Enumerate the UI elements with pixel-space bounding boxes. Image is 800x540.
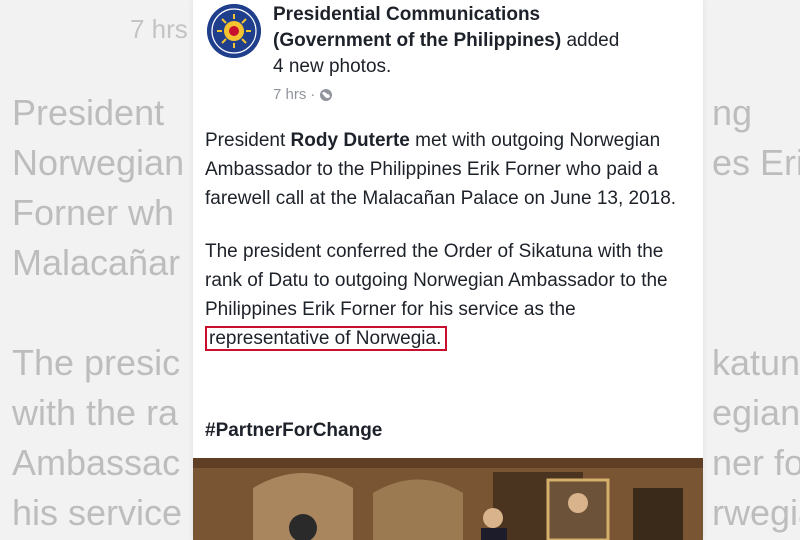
page-avatar[interactable] xyxy=(207,4,261,58)
post-header: Presidential Communications (Government o… xyxy=(273,2,693,80)
post-meta: 7 hrs · xyxy=(273,86,333,103)
background-text-line: es Eri xyxy=(712,142,800,183)
post-card: Presidential Communications (Government o… xyxy=(193,0,703,540)
post-body: President Rody Duterte met with outgoing… xyxy=(205,126,695,377)
background-text-line: his service xyxy=(12,492,183,533)
mentioned-person-link[interactable]: Rody Duterte xyxy=(291,130,410,151)
background-text-line: katuna xyxy=(712,342,800,383)
background-text-line: Ambassac xyxy=(12,442,181,483)
background-text-line: Malacañar xyxy=(12,242,181,283)
post-timestamp[interactable]: 7 hrs xyxy=(273,86,306,103)
background-text-line: rwegia xyxy=(712,492,800,533)
author-name-link[interactable]: Presidential Communications (Government o… xyxy=(273,4,561,51)
background-text-line: Forner wh xyxy=(12,192,175,233)
background-text-line: ner for xyxy=(712,442,800,483)
post-paragraph-2: The president conferred the Order of Sik… xyxy=(205,241,668,351)
background-timestamp: 7 hrs xyxy=(130,14,188,44)
hashtag-link[interactable]: #PartnerForChange xyxy=(205,420,382,442)
background-text-line: egian xyxy=(712,392,800,433)
government-seal-icon xyxy=(207,4,261,58)
background-text-line: ng xyxy=(712,92,753,133)
background-text-line: The presic xyxy=(12,342,181,383)
background-text-line: Norwegian xyxy=(12,142,185,183)
background-text-line: President xyxy=(12,92,165,133)
globe-icon[interactable] xyxy=(319,88,333,102)
photo-scene xyxy=(193,458,703,540)
background-text-line: with the ra xyxy=(12,392,179,433)
post-action: added xyxy=(561,30,620,51)
post-photo[interactable] xyxy=(193,458,703,540)
meta-separator: · xyxy=(310,86,316,103)
post-action-detail[interactable]: 4 new photos. xyxy=(273,56,391,77)
highlighted-text: representative of Norwegia. xyxy=(205,326,448,351)
post-paragraph-1: President Rody Duterte met with outgoing… xyxy=(205,130,677,209)
